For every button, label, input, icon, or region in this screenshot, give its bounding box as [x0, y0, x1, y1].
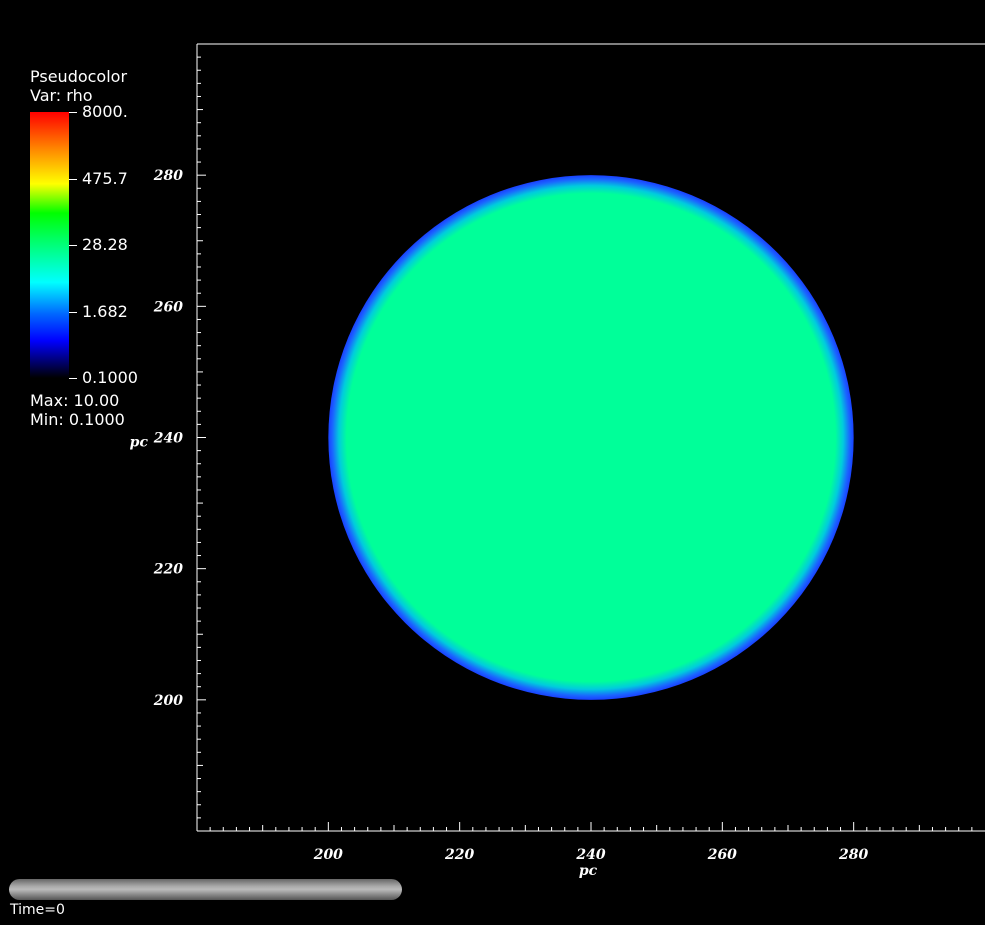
x-tick-label: 260: [707, 847, 737, 863]
y-tick-label: 220: [153, 562, 183, 578]
colorbar-tick-label: 1.682: [82, 301, 128, 321]
y-axis-label: pc: [130, 435, 149, 451]
colorbar-tick: [69, 112, 77, 113]
x-tick-label: 220: [444, 847, 474, 863]
x-tick-label: 240: [575, 847, 605, 863]
y-tick-label: 240: [153, 431, 183, 447]
time-label: Time=0: [10, 902, 65, 918]
y-tick-label: 260: [153, 299, 183, 315]
time-slider-bar: [9, 879, 402, 900]
legend-max: Max: 10.00: [30, 391, 120, 410]
legend-plot-type: Pseudocolor: [30, 67, 128, 86]
y-tick-label: 280: [153, 168, 183, 184]
plot-area: 200 220 240 260 280 200 220 240 260 280 pc pc: [130, 43, 985, 879]
x-axis-label: pc: [579, 863, 598, 879]
colorbar-tick-label: 475.7: [82, 168, 128, 188]
y-tick-label: 200: [153, 693, 183, 709]
x-tick-label: 280: [838, 847, 868, 863]
colorbar-tick: [69, 378, 77, 379]
colorbar-tick-label: 0.1000: [82, 368, 138, 387]
density-sphere: [328, 175, 854, 700]
colorbar-tick: [69, 178, 77, 180]
colorbar: [30, 112, 69, 378]
colorbar-tick: [69, 245, 77, 246]
colorbar-tick-label: 28.28: [82, 235, 128, 254]
colorbar-tick: [69, 311, 77, 313]
x-tick-label: 200: [313, 847, 343, 863]
colorbar-tick-label: 8000.: [82, 102, 128, 121]
legend-min: Min: 0.1000: [30, 410, 125, 429]
